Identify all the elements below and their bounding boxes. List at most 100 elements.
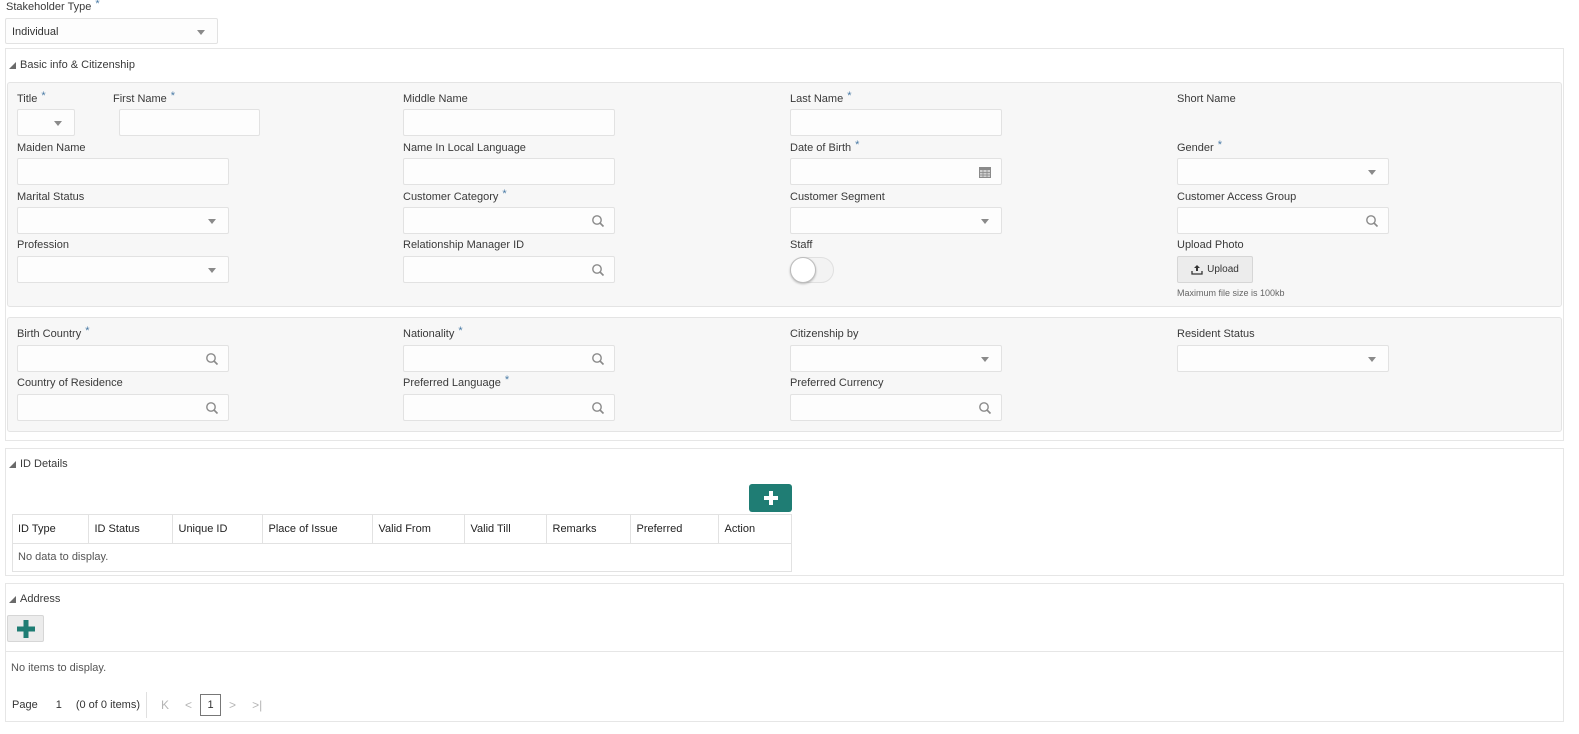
search-icon[interactable] xyxy=(205,352,219,366)
citizenship-by-label-text: Citizenship by xyxy=(790,328,859,340)
gender-label: Gender * xyxy=(1177,139,1222,154)
upload-icon xyxy=(1191,265,1203,275)
birth-country-input[interactable] xyxy=(17,345,229,372)
citizenship-by-select[interactable] xyxy=(790,345,1002,372)
profession-select[interactable] xyxy=(17,256,229,283)
add-id-button[interactable] xyxy=(749,484,792,512)
chevron-down-icon xyxy=(1368,357,1376,362)
country-of-residence-label-text: Country of Residence xyxy=(17,377,123,389)
search-icon[interactable] xyxy=(591,352,605,366)
required-mark: * xyxy=(85,325,90,337)
current-page-button[interactable]: 1 xyxy=(200,694,222,716)
customer-access-group-input[interactable] xyxy=(1177,207,1389,234)
search-icon[interactable] xyxy=(591,401,605,415)
stakeholder-type-label-text: Stakeholder Type xyxy=(6,1,92,13)
id-details-header[interactable]: ID Details xyxy=(9,458,68,470)
column-header[interactable]: Action xyxy=(718,515,792,544)
required-mark: * xyxy=(95,0,100,10)
required-mark: * xyxy=(847,90,852,102)
prev-page-icon[interactable]: < xyxy=(185,698,192,712)
citizenship-fields-panel xyxy=(7,317,1562,432)
customer-category-input[interactable] xyxy=(403,207,615,234)
column-header[interactable]: Valid Till xyxy=(464,515,547,544)
citizenship-by-label: Citizenship by xyxy=(790,328,858,340)
toggle-knob xyxy=(790,257,816,283)
marital-status-label-text: Marital Status xyxy=(17,191,85,203)
required-mark: * xyxy=(502,188,507,200)
middle-name-label-text: Middle Name xyxy=(403,93,468,105)
customer-segment-select[interactable] xyxy=(790,207,1002,234)
preferred-language-label-text: Preferred Language xyxy=(403,377,501,389)
next-page-icon[interactable]: > xyxy=(229,698,236,712)
dob-input[interactable] xyxy=(790,158,1002,185)
upload-button[interactable]: Upload xyxy=(1177,256,1253,283)
address-header[interactable]: Address xyxy=(9,593,60,605)
collapse-triangle-icon xyxy=(9,460,16,468)
column-header[interactable]: ID Status xyxy=(88,515,173,544)
customer-access-group-label: Customer Access Group xyxy=(1177,191,1296,203)
first-name-input[interactable] xyxy=(119,109,260,136)
customer-access-group-label-text: Customer Access Group xyxy=(1177,191,1297,203)
title-label-text: Title xyxy=(17,93,38,105)
nationality-input[interactable] xyxy=(403,345,615,372)
upload-button-label: Upload xyxy=(1207,264,1239,275)
items-summary: (0 of 0 items) xyxy=(75,699,141,711)
middle-name-input[interactable] xyxy=(403,109,615,136)
rm-id-input[interactable] xyxy=(403,256,615,283)
country-of-residence-input[interactable] xyxy=(17,394,229,421)
required-mark: * xyxy=(458,325,463,337)
stakeholder-type-select[interactable]: Individual xyxy=(5,18,218,44)
last-page-icon[interactable]: >| xyxy=(252,698,262,712)
address-title: Address xyxy=(20,593,61,605)
search-icon[interactable] xyxy=(591,263,605,277)
calendar-icon[interactable] xyxy=(978,165,992,179)
marital-status-select[interactable] xyxy=(17,207,229,234)
required-mark: * xyxy=(504,374,510,386)
chevron-down-icon xyxy=(1368,170,1376,175)
preferred-currency-input[interactable] xyxy=(790,394,1002,421)
gender-select[interactable] xyxy=(1177,158,1389,185)
search-icon[interactable] xyxy=(591,214,605,228)
local-name-input[interactable] xyxy=(403,158,615,185)
country-of-residence-label: Country of Residence xyxy=(17,377,123,389)
marital-status-label: Marital Status xyxy=(17,191,84,203)
column-header[interactable]: Unique ID xyxy=(172,515,263,544)
search-icon[interactable] xyxy=(205,401,219,415)
title-select[interactable] xyxy=(17,109,75,136)
id-table-header-row: ID Type ID Status Unique ID Place of Iss… xyxy=(12,515,792,544)
staff-label-text: Staff xyxy=(790,239,813,251)
gender-label-text: Gender xyxy=(1177,142,1214,154)
chevron-down-icon xyxy=(981,357,989,362)
basic-info-header[interactable]: Basic info & Citizenship xyxy=(9,59,135,71)
add-address-button[interactable] xyxy=(7,615,44,642)
stakeholder-type-value: Individual xyxy=(12,26,59,38)
resident-status-select[interactable] xyxy=(1177,345,1389,372)
id-details-title: ID Details xyxy=(20,458,68,470)
staff-toggle[interactable] xyxy=(790,257,834,283)
search-icon[interactable] xyxy=(1365,214,1379,228)
preferred-language-input[interactable] xyxy=(403,394,615,421)
column-header[interactable]: Remarks xyxy=(546,515,631,544)
divider xyxy=(6,651,1563,652)
required-mark: * xyxy=(1217,139,1222,151)
column-header[interactable]: Preferred xyxy=(630,515,719,544)
maiden-name-input[interactable] xyxy=(17,158,229,185)
column-header[interactable]: Place of Issue xyxy=(262,515,373,544)
rm-id-label: Relationship Manager ID xyxy=(403,239,524,251)
plus-icon xyxy=(16,619,35,638)
birth-country-label-text: Birth Country xyxy=(17,328,82,340)
page-label: Page xyxy=(12,699,38,711)
column-header[interactable]: ID Type xyxy=(12,515,89,544)
staff-label: Staff xyxy=(790,239,812,251)
first-name-label-text: First Name xyxy=(113,93,167,105)
required-mark: * xyxy=(41,90,46,102)
page-input[interactable]: 1 xyxy=(56,699,62,711)
upload-hint: Maximum file size is 100kb xyxy=(1177,288,1285,298)
maiden-name-label: Maiden Name xyxy=(17,142,85,154)
first-page-icon[interactable]: K xyxy=(161,698,169,712)
search-icon[interactable] xyxy=(978,401,992,415)
maiden-name-label-text: Maiden Name xyxy=(17,142,86,154)
id-table: ID Type ID Status Unique ID Place of Iss… xyxy=(12,515,792,571)
last-name-input[interactable] xyxy=(790,109,1002,136)
column-header[interactable]: Valid From xyxy=(372,515,465,544)
